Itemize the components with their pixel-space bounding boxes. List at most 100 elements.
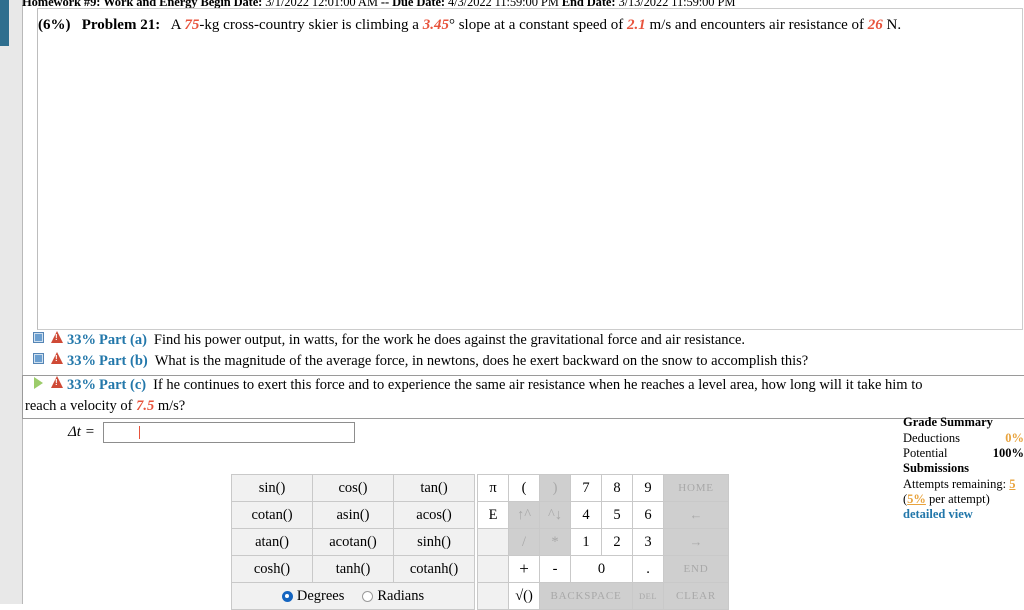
table-row: cotan() asin() acos() — [231, 501, 475, 529]
table-row: cosh() tanh() cotanh() — [231, 555, 475, 583]
key-pi[interactable]: π — [477, 474, 509, 502]
key-blank-1 — [477, 528, 509, 556]
detailed-view-link[interactable]: detailed view — [903, 507, 973, 521]
table-row: sin() cos() tan() — [231, 474, 475, 502]
end-date-label: End Date: — [561, 0, 616, 8]
part-row-b[interactable]: 33% Part (b) What is the magnitude of th… — [22, 352, 1024, 373]
due-date-value: 4/3/2022 11:59:00 PM — [448, 0, 559, 8]
key-decimal[interactable]: . — [632, 555, 664, 583]
square-collapsed-icon[interactable] — [32, 352, 49, 365]
key-del[interactable]: DEL — [632, 582, 664, 610]
problem-text-1: A — [170, 17, 185, 33]
key-9[interactable]: 9 — [632, 474, 664, 502]
grade-summary-title: Grade Summary — [903, 415, 993, 429]
key-1[interactable]: 1 — [570, 528, 602, 556]
part-a-pct: 33% — [67, 332, 96, 348]
calculator-keypad: sin() cos() tan() cotan() asin() acos() … — [231, 474, 729, 610]
key-8[interactable]: 8 — [601, 474, 633, 502]
per-attempt-row: (5% per attempt) — [903, 492, 1024, 507]
key-4[interactable]: 4 — [570, 501, 602, 529]
key-tanh[interactable]: tanh() — [312, 555, 394, 583]
key-tan[interactable]: tan() — [393, 474, 475, 502]
part-c-pct: 33% — [67, 377, 96, 393]
problem-text-4: m/s and encounters air resistance of — [645, 17, 868, 33]
text-caret — [138, 426, 141, 439]
key-0[interactable]: 0 — [570, 555, 633, 583]
answer-input[interactable] — [102, 422, 355, 443]
sidebar-tab-handle[interactable] — [0, 0, 9, 46]
key-atan[interactable]: atan() — [231, 528, 313, 556]
problem-text-3: ° slope at a constant speed of — [448, 17, 627, 33]
part-a-label[interactable]: Part (a) — [99, 332, 147, 349]
part-c-value-velocity: 7.5 — [136, 398, 155, 414]
square-collapsed-icon[interactable] — [32, 331, 49, 344]
part-b-label[interactable]: Part (b) — [99, 353, 148, 370]
radio-radians[interactable] — [362, 590, 374, 602]
potential-label: Potential — [903, 446, 948, 460]
assignment-header: Homework #9: Work and Energy Begin Date:… — [22, 0, 1024, 8]
key-7[interactable]: 7 — [570, 474, 602, 502]
key-clear[interactable]: CLEAR — [663, 582, 729, 610]
key-arrow-right[interactable]: → — [663, 528, 729, 556]
part-row-c[interactable]: 33% Part (c) If he continues to exert th… — [23, 376, 1024, 397]
key-plus[interactable]: + — [508, 555, 540, 583]
table-row: E ↑^ ^↓ 4 5 6 ← — [477, 501, 729, 529]
key-end[interactable]: END — [663, 555, 729, 583]
part-row-a[interactable]: 33% Part (a) Find his power output, in w… — [22, 331, 1024, 352]
angle-mode-row: Degrees Radians — [231, 582, 475, 610]
part-a-text: Find his power output, in watts, for the… — [153, 332, 746, 348]
key-3[interactable]: 3 — [632, 528, 664, 556]
key-divide[interactable]: / — [508, 528, 540, 556]
key-home[interactable]: HOME — [663, 474, 729, 502]
deductions-value: 0% — [1005, 431, 1024, 445]
key-sinh[interactable]: sinh() — [393, 528, 475, 556]
function-keypad: sin() cos() tan() cotan() asin() acos() … — [231, 474, 475, 610]
answer-row: Δt = — [68, 422, 355, 443]
key-lparen[interactable]: ( — [508, 474, 540, 502]
key-backspace[interactable]: BACKSPACE — [539, 582, 633, 610]
key-cotanh[interactable]: cotanh() — [393, 555, 475, 583]
key-arrow-left[interactable]: ← — [663, 501, 729, 529]
key-asin[interactable]: asin() — [312, 501, 394, 529]
key-minus[interactable]: - — [539, 555, 571, 583]
table-row: + - 0 . END — [477, 555, 729, 583]
key-cos[interactable]: cos() — [312, 474, 394, 502]
key-power-down[interactable]: ^↓ — [539, 501, 571, 529]
key-power-up[interactable]: ↑^ — [508, 501, 540, 529]
per-attempt-rest: per attempt) — [925, 492, 990, 506]
key-2[interactable]: 2 — [601, 528, 633, 556]
problem-weight: (6%) — [38, 17, 71, 33]
problem-value-drag: 26 — [867, 17, 883, 33]
key-rparen[interactable]: ) — [539, 474, 571, 502]
part-c-label[interactable]: Part (c) — [99, 377, 146, 394]
key-acos[interactable]: acos() — [393, 501, 475, 529]
active-part-container: 33% Part (c) If he continues to exert th… — [22, 375, 1024, 419]
table-row: √() BACKSPACE DEL CLEAR — [477, 582, 729, 610]
radio-degrees-label[interactable]: Degrees — [297, 588, 345, 605]
key-sqrt[interactable]: √() — [508, 582, 540, 610]
table-row: Degrees Radians — [231, 582, 475, 610]
assignment-title: Homework #9: Work and Energy — [22, 0, 198, 8]
part-b-pct: 33% — [67, 353, 96, 369]
submissions-title: Submissions — [903, 461, 970, 475]
key-cotan[interactable]: cotan() — [231, 501, 313, 529]
part-b-text: What is the magnitude of the average for… — [154, 353, 809, 369]
key-blank-3 — [477, 582, 509, 610]
warning-triangle-icon — [49, 352, 67, 365]
left-rail — [0, 0, 23, 604]
key-acotan[interactable]: acotan() — [312, 528, 394, 556]
key-cosh[interactable]: cosh() — [231, 555, 313, 583]
problem-value-mass: 75 — [184, 17, 200, 33]
key-multiply[interactable]: * — [539, 528, 571, 556]
problem-text-2: -kg cross-country skier is climbing a — [199, 17, 423, 33]
potential-row: Potential 100% — [903, 446, 1024, 461]
key-5[interactable]: 5 — [601, 501, 633, 529]
end-date-value: 3/13/2022 11:59:00 PM — [618, 0, 736, 8]
green-play-triangle-icon[interactable] — [32, 376, 49, 389]
part-c-text: If he continues to exert this force and … — [153, 377, 923, 393]
radio-radians-label[interactable]: Radians — [377, 588, 424, 605]
radio-degrees[interactable] — [281, 590, 293, 602]
key-e[interactable]: E — [477, 501, 509, 529]
key-6[interactable]: 6 — [632, 501, 664, 529]
key-sin[interactable]: sin() — [231, 474, 313, 502]
